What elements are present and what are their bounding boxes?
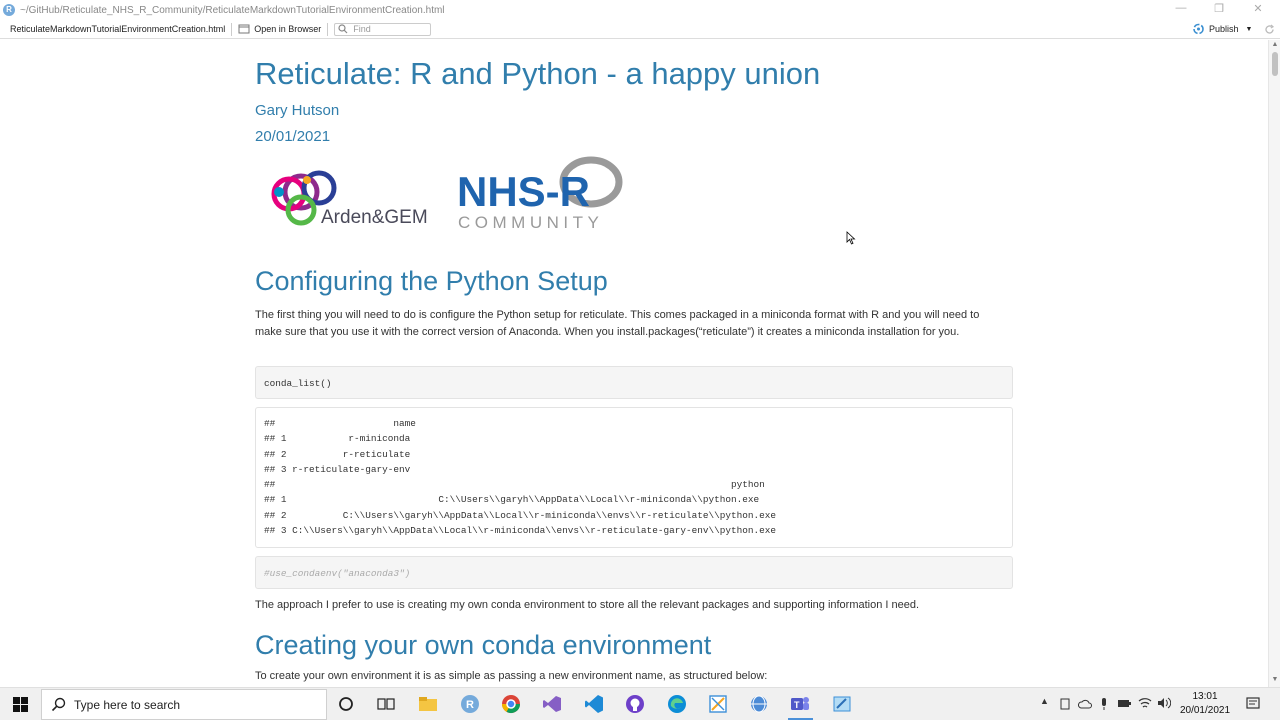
paint-app-icon[interactable] <box>832 694 852 714</box>
section-heading-conda-env: Creating your own conda environment <box>255 630 712 660</box>
code-block-conda-list: conda_list() <box>255 366 1013 399</box>
edge-icon[interactable] <box>667 694 687 714</box>
notification-center-icon[interactable] <box>1246 697 1260 711</box>
author: Gary Hutson <box>255 102 340 119</box>
publish-button[interactable]: Publish ▼ <box>1192 23 1252 35</box>
onedrive-icon[interactable] <box>1078 698 1092 710</box>
toolbar-divider <box>327 22 329 36</box>
cortana-icon[interactable] <box>336 694 356 714</box>
code-use-condaenv: #use_condaenv("anaconda3") <box>264 568 411 579</box>
network-app-icon[interactable] <box>749 694 769 714</box>
find-placeholder: Find <box>353 24 371 34</box>
chrome-icon[interactable] <box>501 694 521 714</box>
taskbar-search-box[interactable]: Type here to search <box>41 689 327 720</box>
paragraph-create-env: To create your own environment it is as … <box>255 670 768 682</box>
visual-studio-icon[interactable] <box>542 694 562 714</box>
publish-icon <box>1193 23 1204 35</box>
battery-icon[interactable] <box>1117 699 1131 709</box>
section-heading-python-setup: Configuring the Python Setup <box>255 266 608 296</box>
find-input[interactable]: Find <box>334 22 432 36</box>
drawing-tool-icon[interactable] <box>708 694 728 714</box>
mouse-cursor-icon <box>846 231 856 245</box>
teams-icon[interactable]: T <box>790 694 810 714</box>
close-icon[interactable]: ✕ <box>1248 2 1268 15</box>
document-date: 20/01/2021 <box>255 128 331 145</box>
windows-logo-icon <box>12 696 28 712</box>
github-desktop-icon[interactable] <box>625 694 645 714</box>
nhs-r-logo-text: NHS-R <box>457 168 590 215</box>
taskbar-clock[interactable]: 13:01 20/01/2021 <box>1176 690 1234 718</box>
vscode-icon[interactable] <box>584 694 604 714</box>
page-title: Reticulate: R and Python - a happy union <box>255 56 821 91</box>
community-logo-text: COMMUNITY <box>458 213 603 230</box>
window-title-path: ~/GitHub/Reticulate_NHS_R_Community/Reti… <box>20 4 445 16</box>
paragraph-python-setup: The first thing you will need to do is c… <box>255 309 980 338</box>
title-bar: R ~/GitHub/Reticulate_NHS_R_Community/Re… <box>0 0 1280 20</box>
open-in-browser-button[interactable]: Open in Browser <box>238 24 321 34</box>
arden-gem-logo-text: Arden&GEM <box>321 207 428 228</box>
clock-time: 13:01 <box>1192 691 1218 702</box>
svg-text:T: T <box>794 700 800 710</box>
browser-window-icon <box>238 24 250 34</box>
open-in-browser-label: Open in Browser <box>254 24 322 34</box>
scroll-down-icon[interactable]: ▼ <box>1269 676 1280 683</box>
publish-label: Publish <box>1209 24 1239 34</box>
refresh-icon[interactable] <box>1264 24 1275 35</box>
start-button[interactable] <box>0 688 40 721</box>
tray-device-icon[interactable] <box>1059 698 1071 710</box>
scroll-up-icon[interactable]: ▲ <box>1269 41 1280 48</box>
arden-gem-logo: Arden&GEM <box>271 170 428 228</box>
code-conda-list: conda_list() <box>264 378 332 389</box>
vertical-scrollbar[interactable]: ▲ ▼ <box>1268 40 1280 687</box>
minimize-icon[interactable]: — <box>1171 2 1191 14</box>
taskbar-search-placeholder: Type here to search <box>74 697 181 712</box>
clock-date: 20/01/2021 <box>1179 705 1231 716</box>
file-explorer-icon[interactable] <box>418 694 438 714</box>
rstudio-app-icon: R <box>3 4 15 16</box>
output-block-conda-list: ## name ## 1 r-miniconda ## 2 r-reticula… <box>255 407 1013 548</box>
output-conda-list: ## name ## 1 r-miniconda ## 2 r-reticula… <box>264 418 776 537</box>
nhs-r-community-logo: NHS-R COMMUNITY <box>457 156 623 230</box>
tray-overflow-icon[interactable]: ▲ <box>1040 696 1049 706</box>
task-view-icon[interactable] <box>376 694 396 714</box>
toolbar-divider <box>231 22 233 36</box>
search-icon <box>51 697 66 711</box>
publish-dropdown-icon[interactable]: ▼ <box>1246 26 1253 33</box>
paragraph-approach: The approach I prefer to use is creating… <box>255 599 920 611</box>
code-block-use-condaenv: #use_condaenv("anaconda3") <box>255 556 1013 589</box>
microphone-icon[interactable] <box>1099 697 1109 711</box>
restore-icon[interactable]: ❐ <box>1209 2 1229 15</box>
rstudio-icon[interactable]: R <box>460 694 480 714</box>
volume-icon[interactable] <box>1157 697 1171 709</box>
scrollbar-thumb[interactable] <box>1272 52 1278 76</box>
svg-text:R: R <box>466 699 474 711</box>
windows-taskbar: Type here to search R T ▲ 13:01 20/01/20… <box>0 687 1280 720</box>
document-viewer[interactable]: Reticulate: R and Python - a happy union… <box>0 40 1268 687</box>
viewer-toolbar: ReticulateMarkdownTutorialEnvironmentCre… <box>0 20 1280 39</box>
wifi-icon[interactable] <box>1138 697 1152 709</box>
toolbar-filename: ReticulateMarkdownTutorialEnvironmentCre… <box>10 24 226 34</box>
search-icon <box>338 24 348 34</box>
